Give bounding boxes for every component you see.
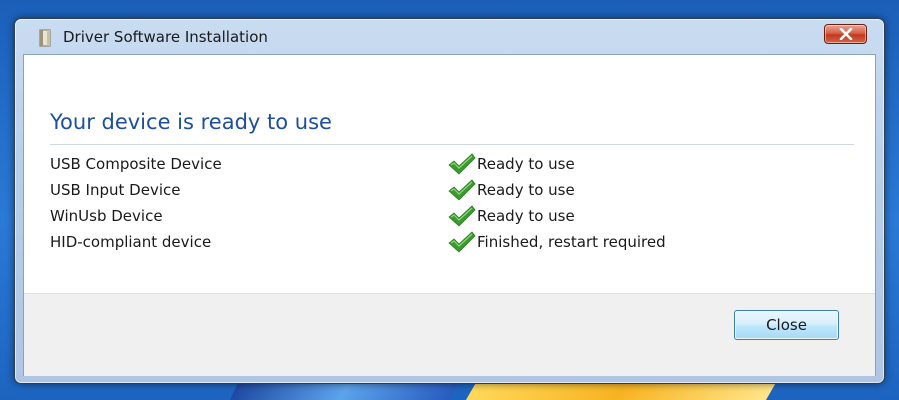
window-title: Driver Software Installation: [63, 28, 268, 46]
close-icon: [839, 25, 853, 44]
driver-package-icon: [37, 29, 53, 47]
close-button[interactable]: Close: [734, 310, 839, 340]
device-list: USB Composite Device Ready to use USB In…: [50, 151, 860, 255]
check-icon: [448, 179, 476, 201]
device-status: Ready to use: [446, 151, 575, 177]
list-item: HID-compliant device Finished, restart r…: [50, 229, 860, 255]
list-item: USB Composite Device Ready to use: [50, 151, 860, 177]
dialog-heading: Your device is ready to use: [50, 110, 332, 134]
device-name: USB Input Device: [50, 181, 181, 199]
device-status: Ready to use: [446, 177, 575, 203]
dialog-footer: Close: [24, 293, 875, 376]
check-icon: [448, 205, 476, 227]
list-item: USB Input Device Ready to use: [50, 177, 860, 203]
driver-installation-dialog: Driver Software Installation Your device…: [14, 18, 885, 384]
status-text: Ready to use: [477, 207, 575, 225]
device-name: HID-compliant device: [50, 233, 212, 251]
window-close-button[interactable]: [824, 24, 867, 44]
divider: [50, 144, 854, 145]
device-name: USB Composite Device: [50, 155, 222, 173]
check-icon: [448, 153, 476, 175]
device-status: Ready to use: [446, 203, 575, 229]
device-name: WinUsb Device: [50, 207, 163, 225]
list-item: WinUsb Device Ready to use: [50, 203, 860, 229]
status-text: Ready to use: [477, 181, 575, 199]
status-text: Ready to use: [477, 155, 575, 173]
check-icon: [448, 231, 476, 253]
device-status: Finished, restart required: [446, 229, 666, 255]
status-text: Finished, restart required: [477, 233, 666, 251]
dialog-content: Your device is ready to use USB Composit…: [23, 54, 876, 376]
title-bar[interactable]: Driver Software Installation: [15, 19, 884, 53]
